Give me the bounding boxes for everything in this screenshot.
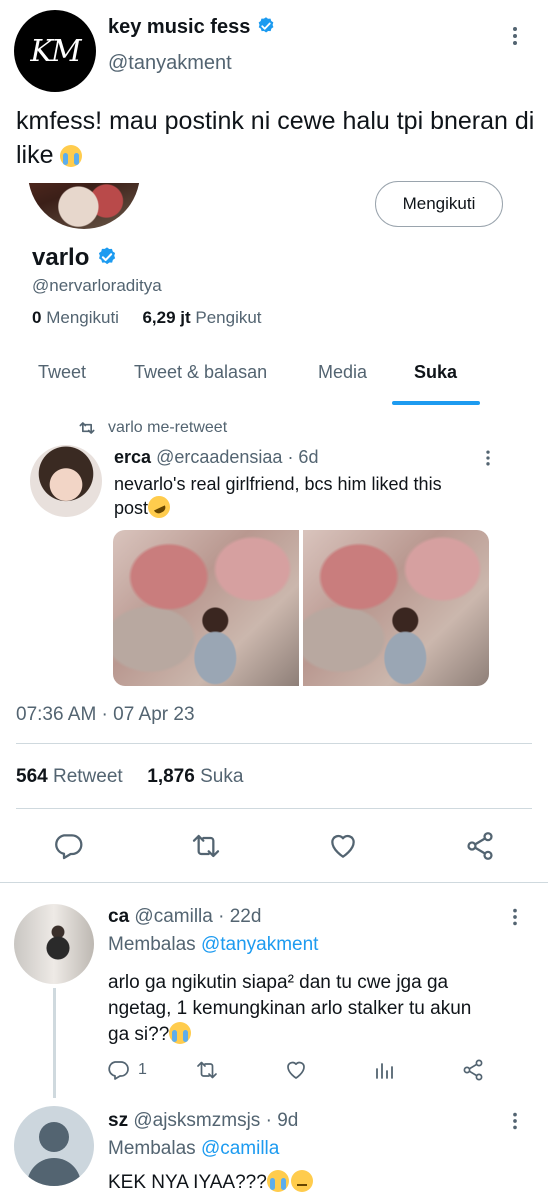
share-icon[interactable] — [461, 1058, 485, 1082]
tab-tweet[interactable]: Tweet — [38, 362, 86, 383]
reply-count: 1 — [138, 1061, 147, 1078]
analytics-icon[interactable] — [373, 1058, 397, 1082]
following-count: 0 — [32, 308, 42, 327]
loudly-crying-emoji — [60, 145, 83, 167]
reply-author-handle[interactable]: @camilla — [134, 906, 212, 927]
replying-to-link[interactable]: @tanyakment — [201, 934, 319, 955]
verified-badge-icon — [98, 247, 116, 265]
tweet-stats: 564 Retweet 1,876 Suka — [16, 766, 243, 788]
replying-to: Membalas @camilla — [108, 1138, 280, 1159]
like-icon[interactable] — [327, 830, 359, 862]
inner-tweet-avatar — [30, 445, 102, 517]
replying-to: Membalas @tanyakment — [108, 934, 319, 955]
following-button[interactable]: Mengikuti — [375, 181, 503, 227]
profile-name: varlo — [32, 244, 90, 271]
like-icon[interactable] — [284, 1058, 308, 1082]
reply-icon — [108, 1061, 129, 1080]
loudly-crying-emoji — [169, 1022, 192, 1044]
retweet-count[interactable]: 564 — [16, 766, 48, 787]
retweet-icon[interactable] — [195, 1058, 219, 1082]
retweet-context: varlo me-retweet — [76, 418, 227, 438]
followers-label: Pengikut — [195, 308, 262, 327]
share-icon[interactable] — [464, 830, 496, 862]
logo-text: KM — [30, 33, 81, 69]
more-options-icon[interactable] — [504, 906, 526, 928]
reply-button[interactable]: 1 — [106, 1058, 147, 1082]
tweet-text: kmfess! mau postink ni cewe halu tpi bne… — [16, 107, 535, 169]
tab-media[interactable]: Media — [318, 362, 367, 383]
reply-text: arlo ga ngikutin siapa² dan tu cwe jga g… — [108, 972, 472, 1045]
author-handle[interactable]: @tanyakment — [108, 52, 232, 75]
reply-text: KEK NYA IYAA??? — [108, 1170, 313, 1194]
loudly-crying-emoji — [266, 1170, 289, 1192]
tweet-photo-1 — [113, 530, 299, 686]
inner-tweet-header: erca @ercaadensiaa · 6d — [114, 447, 319, 467]
divider — [16, 808, 532, 809]
profile-picture — [28, 183, 140, 229]
reply-author-name[interactable]: sz — [108, 1110, 128, 1131]
inner-tweet-text: nevarlo's real girlfriend, bcs him liked… — [114, 472, 514, 522]
retweet-label[interactable]: Retweet — [53, 766, 123, 787]
retweet-icon — [79, 422, 95, 434]
reply-age: · 22d — [218, 906, 262, 927]
reply-author-name[interactable]: ca — [108, 906, 129, 927]
followers-count: 6,29 jt — [142, 308, 191, 327]
reply-header: ca @camilla · 22d — [108, 906, 261, 928]
default-avatar[interactable] — [14, 1106, 94, 1186]
more-options-icon — [486, 450, 490, 466]
retweet-icon[interactable] — [190, 830, 222, 862]
reply-author-handle[interactable]: @ajsksmzmsjs — [133, 1110, 260, 1131]
verified-badge-icon — [258, 17, 274, 33]
active-tab-indicator — [392, 401, 480, 405]
profile-handle: @nervarloraditya — [32, 276, 162, 295]
divider — [16, 743, 532, 744]
tab-tweet-replies[interactable]: Tweet & balasan — [134, 362, 267, 383]
rofl-emoji — [144, 492, 174, 522]
author-name-row[interactable]: key music fess — [108, 16, 276, 39]
reply-age: · 9d — [265, 1110, 299, 1131]
tab-likes[interactable]: Suka — [414, 362, 457, 383]
following-label: Mengikuti — [46, 308, 119, 327]
like-count[interactable]: 1,876 — [147, 766, 195, 787]
more-options-icon[interactable] — [504, 1110, 526, 1132]
author-display-name: key music fess — [108, 16, 251, 38]
profile-tabs: Tweet Tweet & balasan Media Suka — [0, 350, 548, 400]
profile-stats: 0 Mengikuti 6,29 jt Pengikut — [32, 308, 262, 328]
reply-header: sz @ajsksmzmsjs · 9d — [108, 1110, 298, 1132]
replying-to-link[interactable]: @camilla — [201, 1138, 279, 1159]
divider — [0, 882, 548, 883]
tweet-timestamp[interactable]: 07:36 AM · 07 Apr 23 — [16, 704, 195, 726]
reply-avatar[interactable] — [14, 904, 94, 984]
reply-icon[interactable] — [52, 830, 84, 862]
account-avatar-logo[interactable]: KM — [14, 10, 96, 92]
profile-name-row: varlo — [32, 244, 118, 272]
more-options-icon[interactable] — [503, 24, 527, 48]
tweet-photo-2 — [303, 530, 489, 686]
thread-line — [53, 988, 56, 1098]
like-label[interactable]: Suka — [200, 766, 243, 787]
pensive-emoji — [290, 1170, 313, 1192]
